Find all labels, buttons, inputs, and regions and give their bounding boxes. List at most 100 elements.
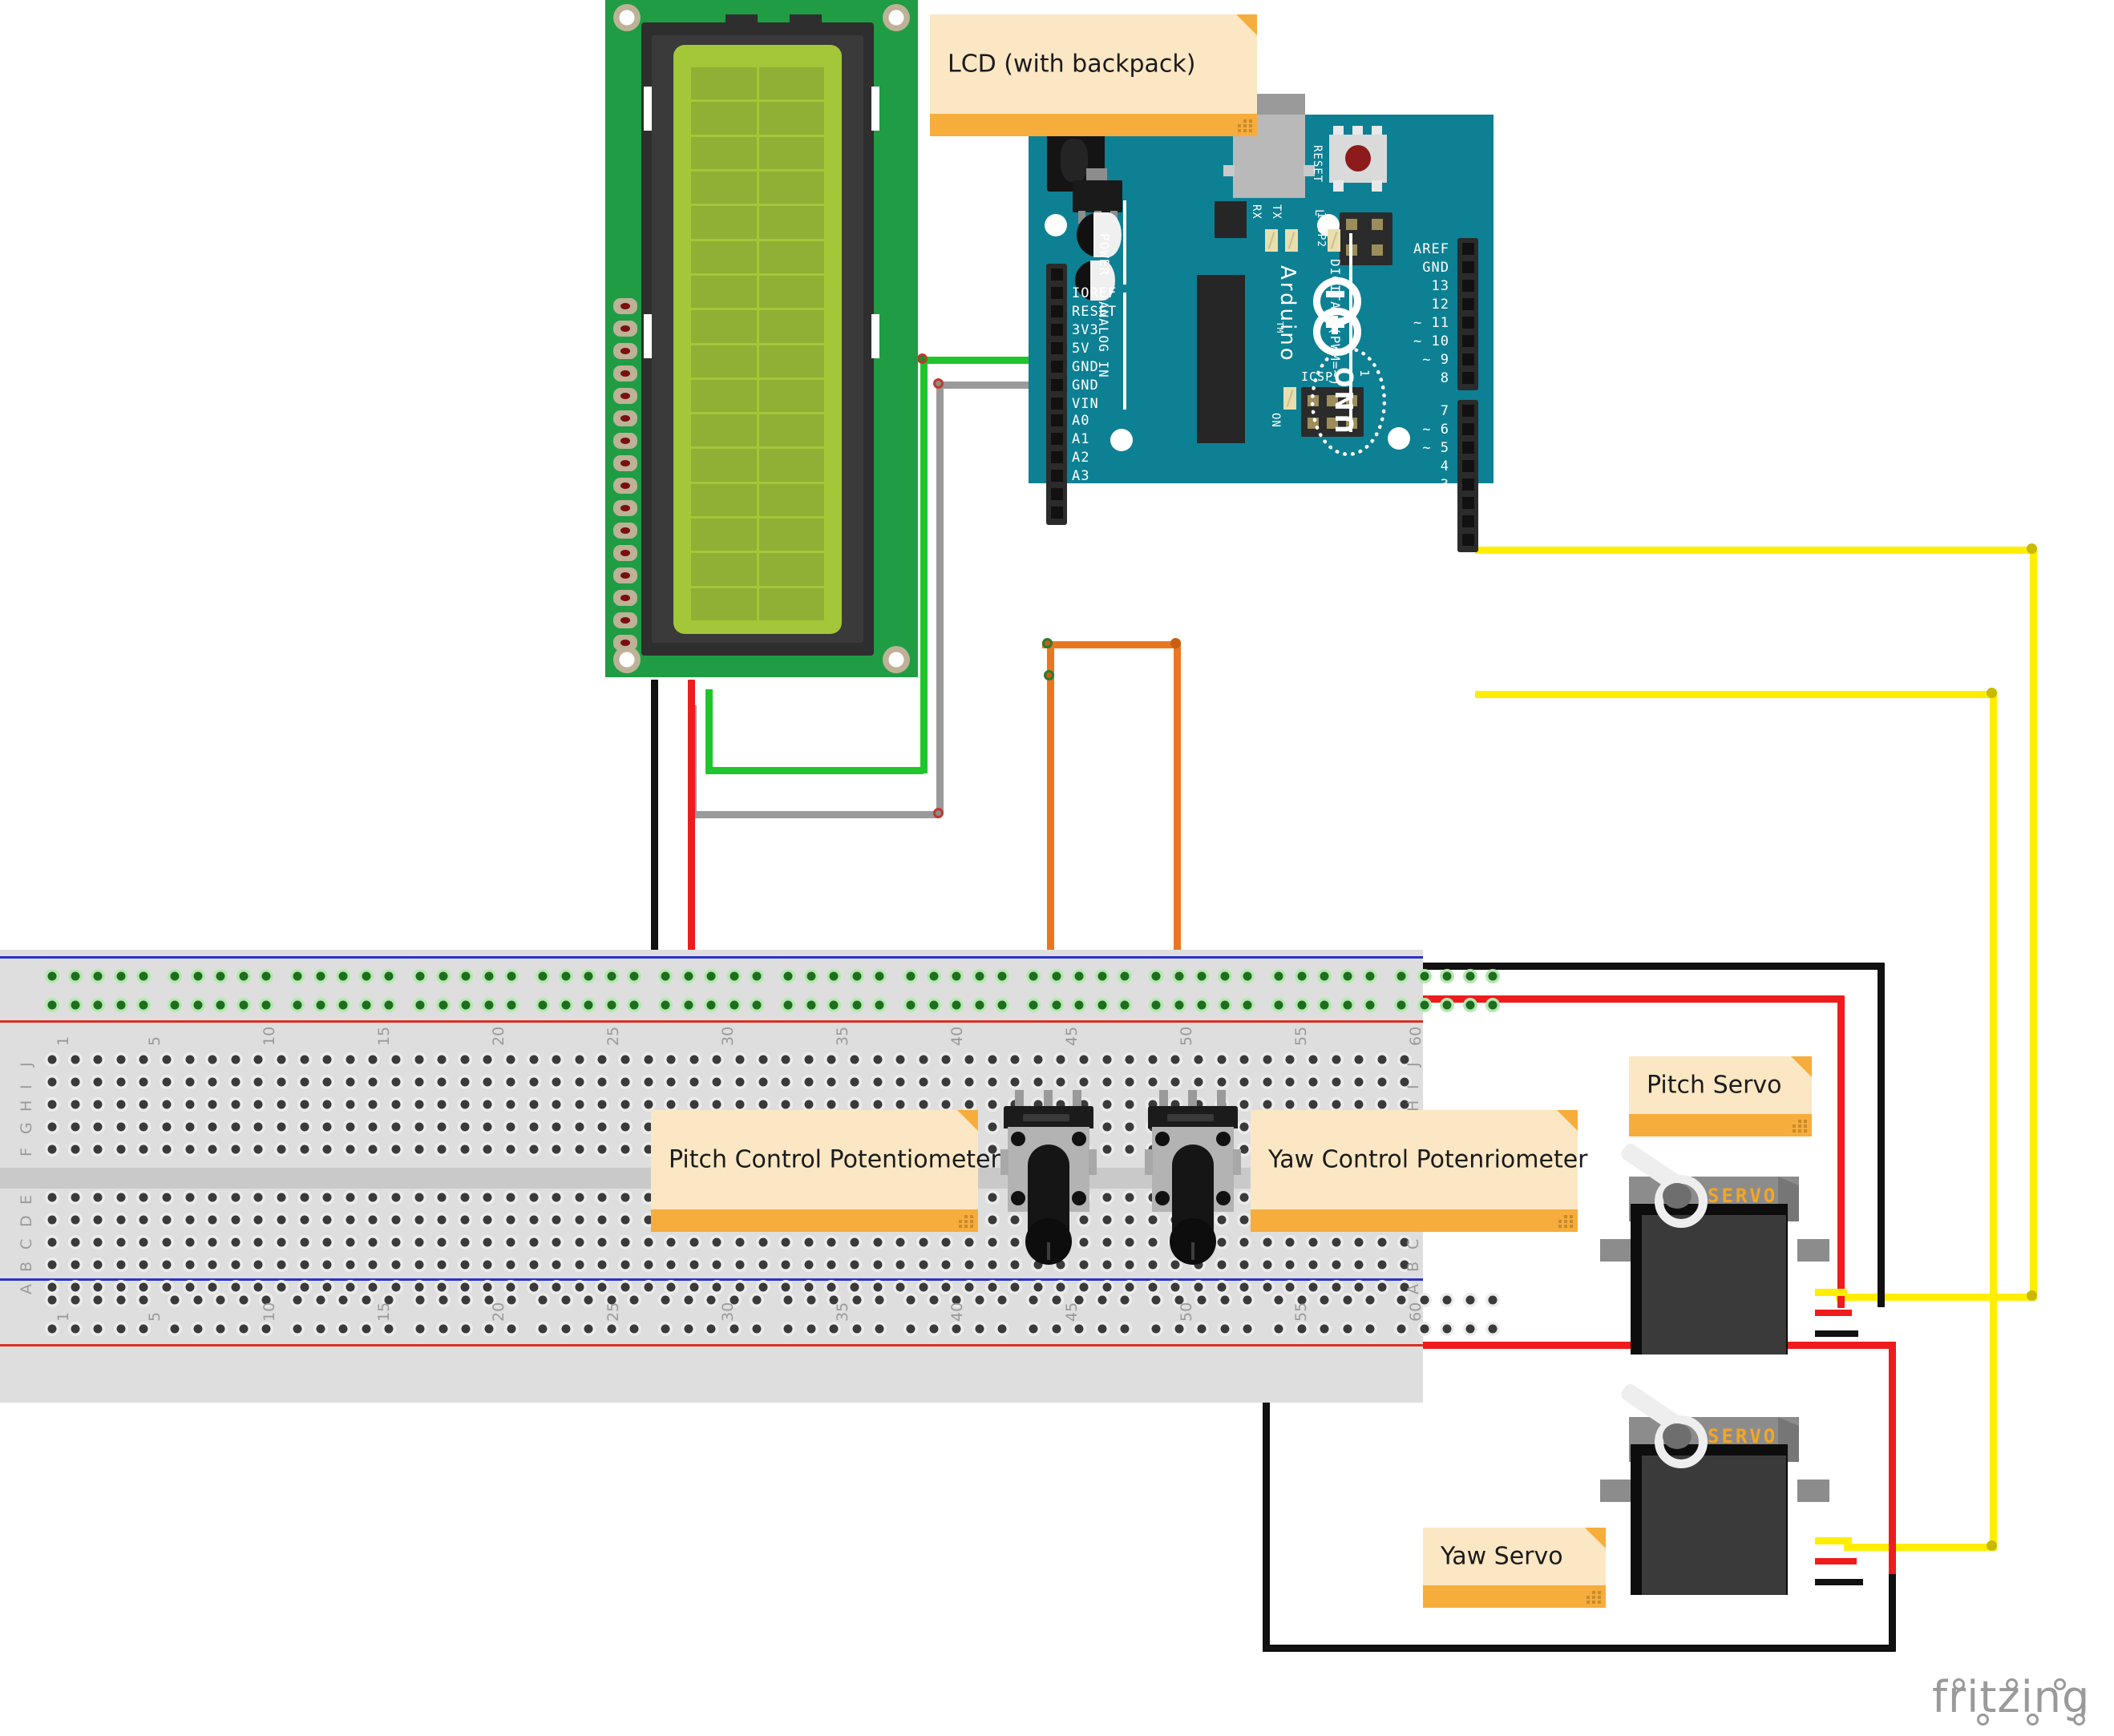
hole-G17[interactable] <box>411 1120 426 1134</box>
hole-B18[interactable] <box>435 1258 450 1272</box>
hole-E3[interactable] <box>91 1190 106 1205</box>
hole-I2[interactable] <box>67 1075 83 1089</box>
hole-G47[interactable] <box>1099 1120 1114 1134</box>
rail-hole-top-pos-8[interactable] <box>236 998 251 1012</box>
wire-ground-black-bottom[interactable] <box>1263 1645 1896 1652</box>
hole-J47[interactable] <box>1099 1052 1114 1067</box>
rail-hole-bottom-pos-44[interactable] <box>1118 1322 1133 1336</box>
rail-hole-bottom-neg-48[interactable] <box>1217 1293 1232 1307</box>
hole-C12[interactable] <box>297 1235 312 1250</box>
rail-hole-top-neg-29[interactable] <box>750 969 765 983</box>
hole-B47[interactable] <box>1099 1258 1114 1272</box>
hole-C48[interactable] <box>1122 1235 1138 1250</box>
hole-I45[interactable] <box>1053 1075 1069 1089</box>
hole-J53[interactable] <box>1237 1052 1252 1067</box>
hole-H25[interactable] <box>595 1097 610 1112</box>
note-resize-grip[interactable] <box>1793 1120 1807 1132</box>
hole-B39[interactable] <box>916 1258 931 1272</box>
hole-G53[interactable] <box>1237 1120 1252 1134</box>
wire-yaw-servo-signal-a[interactable] <box>1475 691 1996 698</box>
rail-hole-bottom-pos-46[interactable] <box>1171 1322 1186 1336</box>
hole-J2[interactable] <box>67 1052 83 1067</box>
rail-hole-bottom-neg-31[interactable] <box>803 1293 819 1307</box>
hole-G25[interactable] <box>595 1120 610 1134</box>
rail-hole-bottom-neg-8[interactable] <box>236 1293 251 1307</box>
rail-hole-top-pos-31[interactable] <box>803 998 819 1012</box>
hole-E4[interactable] <box>113 1190 128 1205</box>
hole-B1[interactable] <box>45 1258 59 1272</box>
rail-hole-top-neg-17[interactable] <box>459 969 474 983</box>
rail-hole-top-neg-10[interactable] <box>290 969 305 983</box>
yaw-servo[interactable]: SERVO <box>1600 1381 1829 1595</box>
wire-i2c-green-bottom[interactable] <box>705 767 924 774</box>
hole-B30[interactable] <box>709 1258 725 1272</box>
hole-F4[interactable] <box>113 1142 128 1157</box>
rail-hole-top-pos-36[interactable] <box>926 998 941 1012</box>
hole-I56[interactable] <box>1306 1075 1320 1089</box>
rail-hole-bottom-pos-35[interactable] <box>903 1322 918 1336</box>
hole-E17[interactable] <box>411 1190 426 1205</box>
hole-F18[interactable] <box>435 1142 450 1157</box>
rail-hole-bottom-pos-12[interactable] <box>336 1322 351 1336</box>
hole-J52[interactable] <box>1214 1052 1229 1067</box>
hole-I22[interactable] <box>526 1075 541 1089</box>
hole-C6[interactable] <box>160 1235 174 1250</box>
rail-hole-top-neg-20[interactable] <box>536 969 550 983</box>
rail-hole-top-neg-43[interactable] <box>1094 969 1110 983</box>
rail-hole-bottom-neg-33[interactable] <box>849 1293 864 1307</box>
hole-J42[interactable] <box>984 1052 1000 1067</box>
hole-F48[interactable] <box>1122 1142 1138 1157</box>
hole-I33[interactable] <box>778 1075 794 1089</box>
hole-H3[interactable] <box>91 1097 106 1112</box>
hole-G12[interactable] <box>297 1120 312 1134</box>
hole-D24[interactable] <box>572 1213 587 1227</box>
hole-A23[interactable] <box>549 1280 564 1294</box>
hole-A9[interactable] <box>228 1280 243 1294</box>
rail-hole-top-neg-41[interactable] <box>1049 969 1064 983</box>
rail-hole-top-pos-45[interactable] <box>1149 998 1163 1012</box>
rail-hole-bottom-pos-59[interactable] <box>1485 1322 1501 1336</box>
rail-hole-top-pos-43[interactable] <box>1094 998 1110 1012</box>
rail-hole-bottom-pos-26[interactable] <box>681 1322 696 1336</box>
hole-A32[interactable] <box>755 1280 770 1294</box>
lcd-pin-14[interactable] <box>613 590 637 606</box>
hole-G3[interactable] <box>91 1120 106 1134</box>
hole-F14[interactable] <box>342 1142 358 1157</box>
rail-hole-top-neg-59[interactable] <box>1485 969 1501 983</box>
hole-A12[interactable] <box>297 1280 312 1294</box>
rail-hole-top-pos-21[interactable] <box>558 998 573 1012</box>
hole-D16[interactable] <box>389 1213 403 1227</box>
hole-H1[interactable] <box>45 1097 59 1112</box>
hole-J34[interactable] <box>801 1052 816 1067</box>
rail-hole-top-neg-40[interactable] <box>1026 969 1041 983</box>
hole-I9[interactable] <box>228 1075 243 1089</box>
hole-F24[interactable] <box>572 1142 587 1157</box>
hole-B11[interactable] <box>274 1258 289 1272</box>
rail-hole-bottom-neg-17[interactable] <box>459 1293 474 1307</box>
hole-J41[interactable] <box>962 1052 976 1067</box>
pin-socket-unlabeled-0[interactable] <box>1051 268 1063 281</box>
hole-B38[interactable] <box>893 1258 908 1272</box>
yaw-control-potentiometer[interactable] <box>1145 1090 1241 1292</box>
rail-hole-top-neg-53[interactable] <box>1340 969 1355 983</box>
hole-H18[interactable] <box>435 1097 450 1112</box>
lcd-display[interactable] <box>605 0 918 677</box>
rail-hole-bottom-pos-43[interactable] <box>1094 1322 1110 1336</box>
hole-J20[interactable] <box>480 1052 495 1067</box>
hole-D20[interactable] <box>480 1213 495 1227</box>
hole-G15[interactable] <box>366 1120 381 1134</box>
rail-hole-bottom-neg-10[interactable] <box>290 1293 305 1307</box>
hole-C56[interactable] <box>1306 1235 1320 1250</box>
rail-hole-top-pos-20[interactable] <box>536 998 550 1012</box>
hole-E24[interactable] <box>572 1190 587 1205</box>
rail-hole-bottom-pos-16[interactable] <box>435 1322 451 1336</box>
hole-F7[interactable] <box>182 1142 197 1157</box>
rail-hole-top-pos-44[interactable] <box>1118 998 1133 1012</box>
hole-J8[interactable] <box>205 1052 220 1067</box>
wire-yaw-servo-signal-b[interactable] <box>1990 691 1997 1550</box>
note-resize-grip[interactable] <box>1558 1215 1573 1228</box>
hole-B7[interactable] <box>182 1258 197 1272</box>
hole-B24[interactable] <box>572 1258 587 1272</box>
rail-hole-bottom-pos-48[interactable] <box>1217 1322 1232 1336</box>
rail-hole-top-neg-57[interactable] <box>1440 969 1455 983</box>
